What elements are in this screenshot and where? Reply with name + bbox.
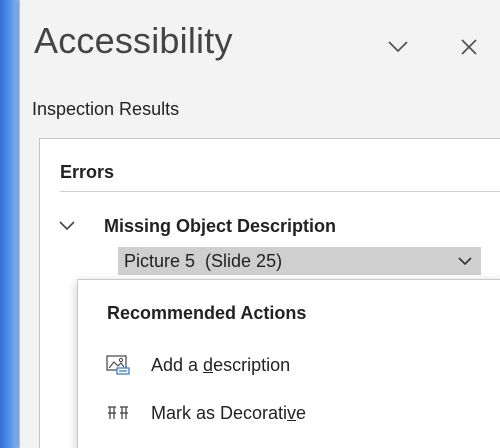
pane-title: Accessibility: [34, 20, 233, 61]
item-dropdown-button[interactable]: [453, 249, 477, 273]
recommended-actions-menu: Recommended Actions Add a description Ma…: [77, 279, 500, 448]
issue-item-label: Picture 5 (Slide 25): [124, 250, 283, 271]
issue-missing-object-description[interactable]: Missing Object Description: [50, 211, 500, 241]
close-icon: [461, 39, 477, 55]
menu-item-add-description[interactable]: Add a description: [78, 342, 500, 388]
section-divider: [60, 191, 500, 192]
menu-item-label: Mark as Decorative: [151, 402, 307, 423]
menu-item-label: Add a description: [151, 354, 291, 375]
errors-section-header: Errors: [60, 162, 115, 182]
decorative-icon: [105, 401, 131, 425]
chevron-down-icon: [388, 41, 408, 53]
image-description-icon: [105, 353, 131, 377]
expand-toggle[interactable]: [52, 211, 82, 241]
pane-options-button[interactable]: [385, 34, 411, 60]
issue-item-picture[interactable]: Picture 5 (Slide 25): [118, 247, 481, 275]
menu-item-mark-decorative[interactable]: Mark as Decorative: [78, 390, 500, 436]
pane-close-button[interactable]: [456, 34, 482, 60]
issue-label: Missing Object Description: [104, 215, 337, 236]
menu-header: Recommended Actions: [107, 303, 307, 323]
inspection-results-heading: Inspection Results: [32, 99, 180, 119]
chevron-down-icon: [59, 221, 75, 231]
chevron-down-icon: [458, 256, 472, 265]
